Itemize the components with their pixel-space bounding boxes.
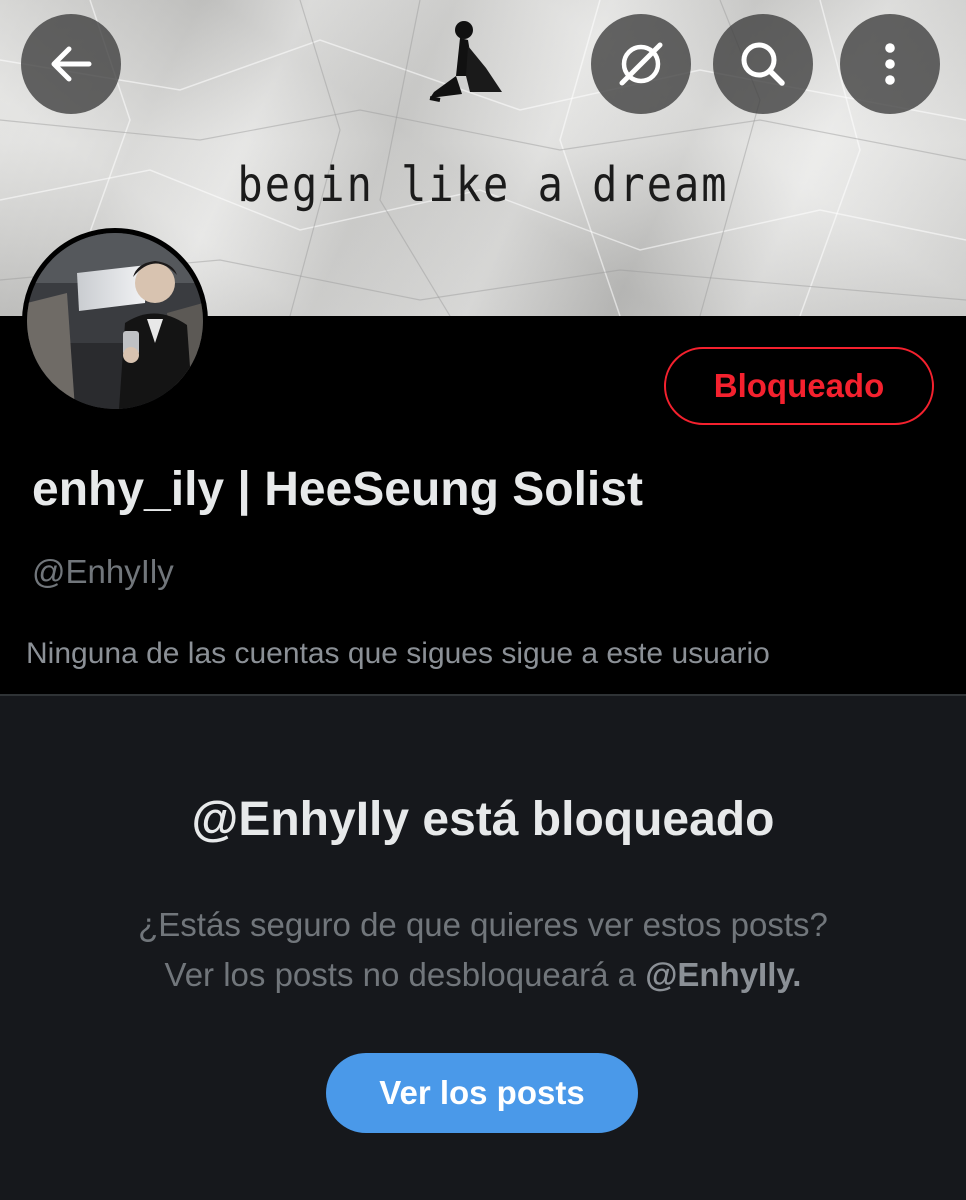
grok-button[interactable] (591, 14, 691, 114)
back-button[interactable] (21, 14, 121, 114)
view-posts-button[interactable]: Ver los posts (326, 1053, 638, 1133)
blocked-message-handle: @EnhyIly. (645, 956, 802, 993)
sitting-figure-illustration (429, 21, 502, 102)
arrow-left-icon (51, 46, 92, 82)
search-icon (741, 42, 785, 86)
blocked-message-line2-prefix: Ver los posts no desbloqueará a (164, 956, 637, 993)
profile-display-name: enhy_ily | HeeSeung Solist (32, 463, 643, 516)
section-divider (0, 694, 966, 696)
more-vertical-icon (885, 43, 895, 85)
blocked-panel-title: @EnhyIly está bloqueado (191, 793, 775, 846)
avatar[interactable] (22, 228, 208, 414)
blocked-message-line1: ¿Estás seguro de que quieres ver estos p… (138, 906, 828, 943)
profile-handle: @EnhyIly (32, 553, 174, 590)
grok-icon (619, 42, 663, 86)
blocked-panel-message: ¿Estás seguro de que quieres ver estos p… (0, 900, 966, 1000)
blocked-button[interactable]: Bloqueado (664, 347, 934, 425)
more-options-button[interactable] (840, 14, 940, 114)
avatar-photo (27, 233, 203, 409)
banner-handwritten-text: begin like a dream (237, 156, 729, 213)
followers-you-know-note[interactable]: Ninguna de las cuentas que sigues sigue … (26, 637, 770, 671)
search-button[interactable] (713, 14, 813, 114)
blocked-message-line2: Ver los posts no desbloqueará a @EnhyIly… (0, 950, 966, 1000)
